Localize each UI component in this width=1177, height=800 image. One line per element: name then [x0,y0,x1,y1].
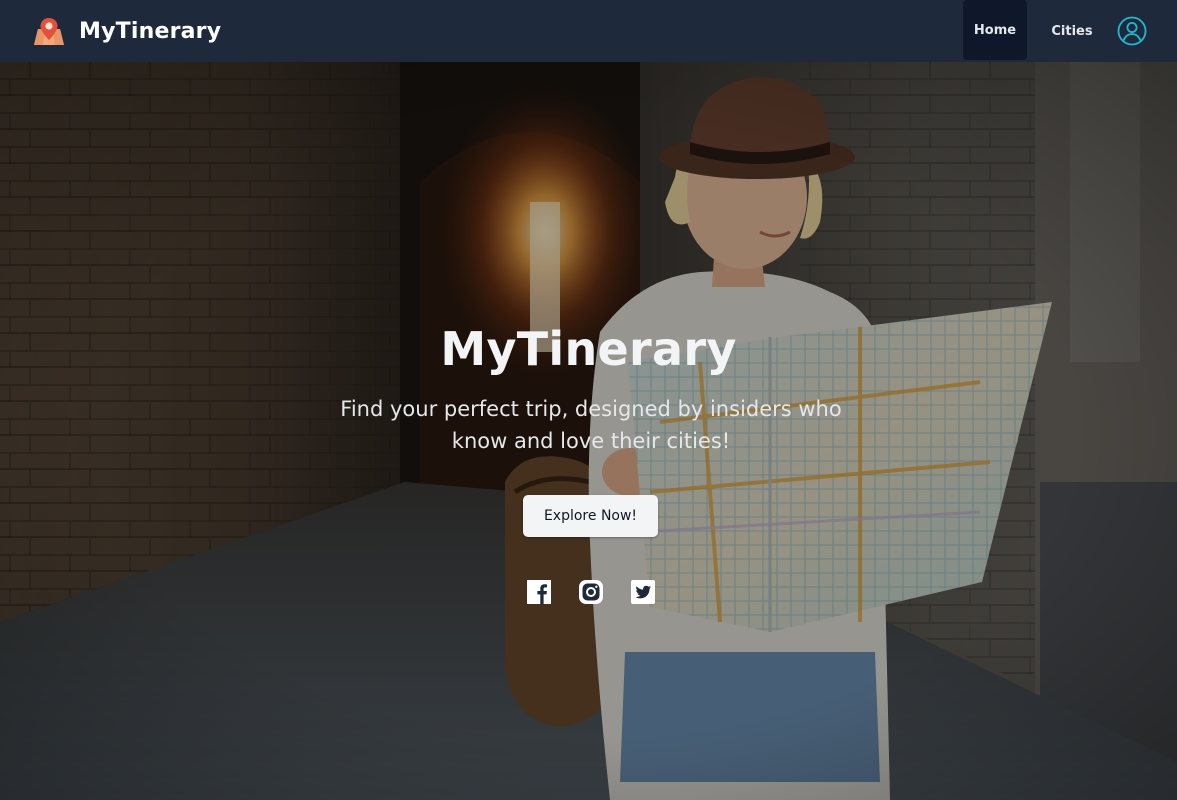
twitter-icon[interactable] [630,579,656,605]
social-links [526,579,656,605]
hero-title: MyTinerary [440,322,737,376]
brand[interactable]: MyTinerary [32,15,221,47]
navbar: MyTinerary Home Cities [0,0,1177,62]
nav-link-home[interactable]: Home [963,0,1027,60]
brand-name: MyTinerary [79,18,222,44]
nav-link-cities[interactable]: Cities [1039,1,1105,61]
user-circle-icon[interactable] [1116,15,1148,47]
hero-section: MyTinerary Find your perfect trip, desig… [0,62,1177,800]
facebook-icon[interactable] [526,579,552,605]
hero-subtitle: Find your perfect trip, designed by insi… [340,397,842,453]
map-pin-icon [34,18,64,45]
explore-now-button[interactable]: Explore Now! [523,495,658,537]
hero-content: MyTinerary Find your perfect trip, desig… [0,62,1177,800]
nav-links: Home Cities [963,0,1177,62]
instagram-icon[interactable] [578,579,604,605]
